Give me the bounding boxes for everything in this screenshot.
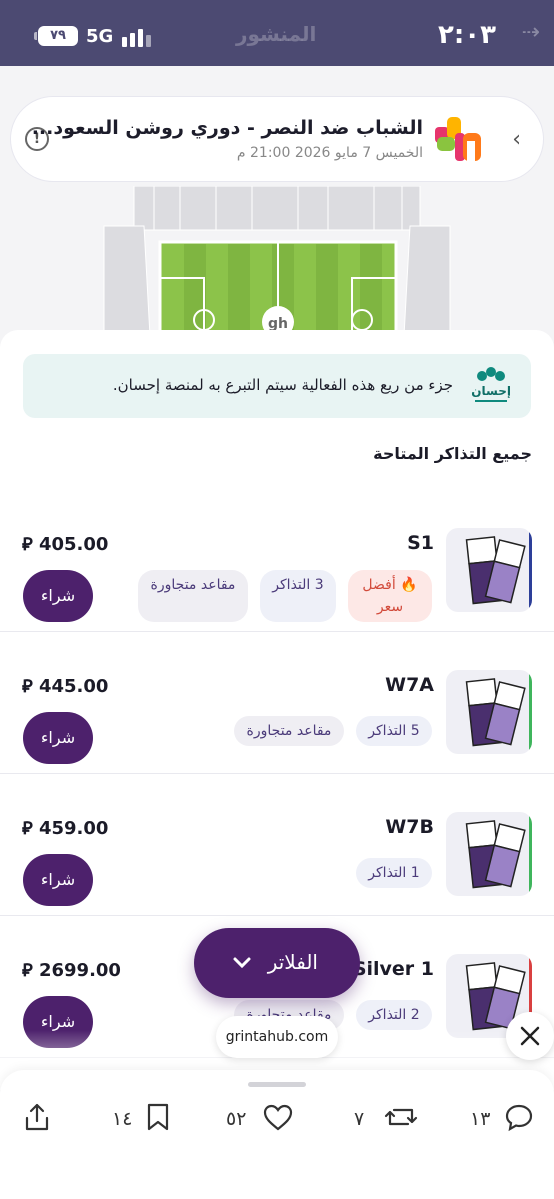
ticket-tag: 1 التذاكر — [356, 858, 432, 888]
close-button[interactable] — [506, 1012, 554, 1060]
bookmark-count: ١٤ — [112, 1108, 133, 1130]
buy-button[interactable]: شراء — [23, 570, 93, 622]
signal-icon — [122, 27, 152, 47]
seat-icon — [465, 678, 526, 747]
back-arrow-icon[interactable]: ⇢ — [522, 20, 540, 45]
chevron-down-icon — [233, 957, 251, 969]
ticket-row[interactable]: W7A ⃁ 445.00 شراء 5 التذاكر مقاعد متجاورة — [0, 632, 554, 774]
repost-button[interactable]: ٧ — [354, 1102, 424, 1136]
event-date: الخميس 7 مايو 2026 21:00 م — [236, 145, 423, 161]
ticket-tag: 3 التذاكر — [260, 570, 336, 622]
ticket-tag: مقاعد متجاورة — [234, 716, 344, 746]
share-button[interactable] — [20, 1102, 56, 1136]
category-color-stripe — [529, 528, 532, 612]
price-value: 405.00 — [38, 534, 109, 555]
reply-count: ١٣ — [470, 1108, 491, 1130]
status-bar: ⇢ ٢:٠٣ المنشور ٧٩ 5G — [0, 0, 554, 66]
ticket-tag: 2 التذاكر — [356, 1000, 432, 1030]
like-button[interactable]: ٥٢ — [226, 1102, 306, 1136]
ticket-tag: 5 التذاكر — [356, 716, 432, 746]
ticket-section: S1 — [407, 532, 434, 554]
post-action-bar: ١٣ ٧ ٥٢ ١٤ — [0, 1070, 554, 1199]
faded-title: المنشور — [236, 22, 317, 46]
event-title: الشباب ضد النصر - دوري روشن السعود... — [31, 117, 423, 139]
seat-thumbnail — [446, 670, 532, 754]
riyal-icon: ⃁ — [22, 818, 39, 839]
category-color-stripe — [529, 670, 532, 754]
repost-count: ٧ — [354, 1108, 365, 1130]
riyal-icon: ⃁ — [22, 960, 39, 981]
event-header[interactable]: ! الشباب ضد النصر - دوري روشن السعود... … — [10, 96, 544, 182]
ticket-price: ⃁ 459.00 — [22, 816, 108, 839]
bookmark-button[interactable]: ١٤ — [112, 1102, 182, 1136]
seat-thumbnail — [446, 528, 532, 612]
ticket-section: W7A — [385, 674, 434, 696]
ticket-row[interactable]: W7B ⃁ 459.00 شراء 1 التذاكر — [0, 774, 554, 916]
filters-button[interactable]: الفلاتر — [194, 928, 360, 998]
grintahub-logo-icon — [435, 117, 481, 161]
ticket-price: ⃁ 445.00 — [22, 674, 108, 697]
reply-icon — [505, 1104, 533, 1132]
ticket-price: ⃁ 2699.00 — [22, 958, 121, 981]
ticket-row[interactable]: S1 ⃁ 405.00 شراء 🔥 أفضل سعر 3 التذاكر مقاعد م… — [0, 490, 554, 632]
riyal-icon: ⃁ — [22, 534, 39, 555]
url-pill[interactable]: grintahub.com — [216, 1016, 338, 1058]
category-color-stripe — [529, 812, 532, 896]
chevron-left-icon[interactable]: ‹ — [512, 127, 521, 152]
seat-icon — [465, 536, 526, 605]
riyal-icon: ⃁ — [22, 676, 39, 697]
buy-button[interactable]: شراء — [23, 712, 93, 764]
filters-label: الفلاتر — [267, 950, 318, 974]
ticket-price: ⃁ 405.00 — [22, 532, 108, 555]
ticket-tag: 🔥 أفضل سعر — [348, 570, 432, 622]
repost-icon — [384, 1108, 418, 1126]
ticket-section: W7B — [385, 816, 434, 838]
battery-icon: ٧٩ — [34, 26, 78, 46]
seat-icon — [465, 820, 526, 889]
donation-text: جزء من ريع هذه الفعالية سيتم التبرع به ل… — [112, 376, 453, 394]
price-value: 459.00 — [38, 818, 109, 839]
clock: ٢:٠٣ — [437, 20, 496, 50]
network-label: 5G — [86, 26, 114, 47]
like-count: ٥٢ — [226, 1108, 247, 1130]
stadium-map[interactable]: gh — [100, 186, 454, 336]
section-title: جميع التذاكر المتاحة — [373, 444, 532, 463]
drag-handle[interactable] — [248, 1082, 306, 1087]
close-icon — [520, 1026, 540, 1046]
bookmark-icon — [147, 1103, 169, 1131]
price-value: 445.00 — [38, 676, 109, 697]
donation-banner: إحسان جزء من ريع هذه الفعالية سيتم التبر… — [23, 354, 531, 418]
buy-button[interactable]: شراء — [23, 854, 93, 906]
ticket-tag: مقاعد متجاورة — [138, 570, 248, 622]
ehsan-name: إحسان — [471, 384, 511, 398]
seat-thumbnail — [446, 812, 532, 896]
heart-icon — [263, 1104, 293, 1131]
ticket-section: Silver 1 — [352, 958, 434, 980]
reply-button[interactable]: ١٣ — [470, 1102, 540, 1136]
share-icon — [25, 1103, 49, 1131]
price-value: 2699.00 — [38, 960, 121, 981]
